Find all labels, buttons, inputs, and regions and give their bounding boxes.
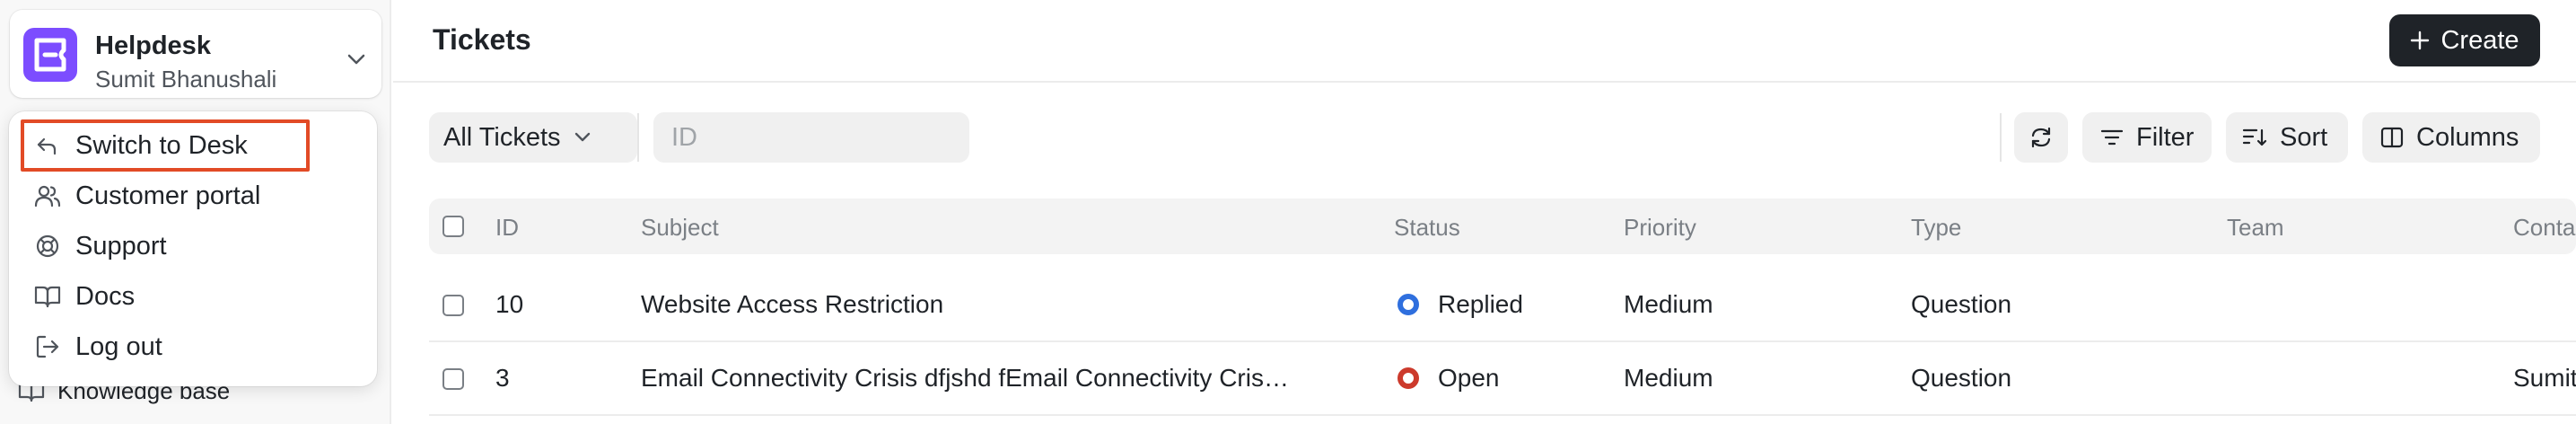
ticket-subject: Website Access Restriction	[641, 290, 944, 318]
column-header-id[interactable]: ID	[495, 216, 519, 239]
ticket-id: 10	[495, 290, 524, 318]
create-button-label: Create	[2440, 25, 2519, 55]
helpdesk-logo-icon	[23, 28, 77, 82]
ticket-contact: Sumit Bh	[2513, 364, 2576, 392]
app-name: Helpdesk	[95, 31, 211, 60]
table-row[interactable]: 3 Email Connectivity Crisis dfjshd fEmai…	[429, 342, 2576, 416]
create-button[interactable]: Create	[2389, 14, 2540, 66]
ticket-status: Open	[1438, 364, 1500, 392]
workspace-switcher[interactable]: Helpdesk Sumit Bhanushali	[10, 10, 381, 98]
life-buoy-icon	[32, 231, 63, 261]
table-row[interactable]: 10 Website Access Restriction Replied Me…	[429, 269, 2576, 342]
menu-item-log-out[interactable]: Log out	[22, 324, 364, 369]
ticket-subject: Email Connectivity Crisis dfjshd fEmail …	[641, 364, 1289, 392]
page-header: Tickets Create	[393, 0, 2576, 83]
ticket-priority: Medium	[1624, 364, 1713, 392]
select-all-checkbox[interactable]	[442, 216, 464, 237]
book-icon	[32, 281, 63, 312]
column-header-subject[interactable]: Subject	[641, 216, 719, 239]
chevron-down-icon	[574, 132, 591, 143]
menu-item-label: Docs	[75, 281, 136, 311]
workspace-dropdown-menu: Switch to Desk Customer portal Support D…	[9, 111, 377, 386]
view-select-label: All Tickets	[443, 122, 561, 152]
menu-item-label: Customer portal	[75, 181, 261, 210]
sort-button-label: Sort	[2280, 122, 2328, 152]
ticket-id: 3	[495, 364, 510, 392]
sidebar: Helpdesk Sumit Bhanushali Switch to Desk…	[0, 0, 391, 424]
sort-button[interactable]: Sort	[2226, 112, 2348, 163]
menu-item-label: Support	[75, 231, 167, 261]
main-content: Tickets Create All Tickets Filter Sort	[393, 0, 2576, 424]
refresh-button[interactable]	[2014, 112, 2068, 163]
user-name: Sumit Bhanushali	[95, 66, 277, 93]
refresh-icon	[2028, 124, 2055, 151]
chevron-down-icon	[346, 53, 366, 66]
ticket-type: Question	[1911, 290, 2012, 318]
ticket-status: Replied	[1438, 290, 1523, 318]
status-indicator-icon	[1398, 367, 1419, 389]
columns-button-label: Columns	[2416, 122, 2519, 152]
column-header-status[interactable]: Status	[1394, 216, 1460, 239]
status-indicator-icon	[1398, 294, 1419, 315]
ticket-type: Question	[1911, 364, 2012, 392]
filter-button[interactable]: Filter	[2082, 112, 2212, 163]
row-checkbox[interactable]	[442, 295, 464, 316]
view-select[interactable]: All Tickets	[429, 112, 637, 163]
sort-icon	[2242, 127, 2267, 148]
menu-item-switch-to-desk[interactable]: Switch to Desk	[22, 123, 364, 168]
column-header-contact[interactable]: Contact	[2513, 216, 2576, 239]
ticket-priority: Medium	[1624, 290, 1713, 318]
table-header: ID Subject Status Priority Type Team Con…	[429, 199, 2576, 254]
menu-item-customer-portal[interactable]: Customer portal	[22, 173, 364, 218]
menu-item-docs[interactable]: Docs	[22, 274, 364, 319]
menu-item-label: Switch to Desk	[75, 130, 248, 160]
plus-icon	[2410, 31, 2430, 50]
column-header-team[interactable]: Team	[2227, 216, 2284, 239]
column-header-priority[interactable]: Priority	[1624, 216, 1696, 239]
divider	[2000, 113, 2002, 162]
column-header-type[interactable]: Type	[1911, 216, 1961, 239]
columns-icon	[2380, 126, 2404, 149]
filter-button-label: Filter	[2136, 122, 2195, 152]
log-out-icon	[32, 331, 63, 362]
page-title: Tickets	[433, 23, 531, 56]
menu-item-label: Log out	[75, 331, 162, 361]
users-icon	[32, 181, 63, 211]
undo-arrow-icon	[32, 130, 63, 161]
menu-item-support[interactable]: Support	[22, 224, 364, 269]
filter-icon	[2100, 128, 2124, 147]
columns-button[interactable]: Columns	[2362, 112, 2540, 163]
id-search-input[interactable]	[653, 112, 969, 163]
row-checkbox[interactable]	[442, 368, 464, 390]
divider	[637, 113, 639, 162]
